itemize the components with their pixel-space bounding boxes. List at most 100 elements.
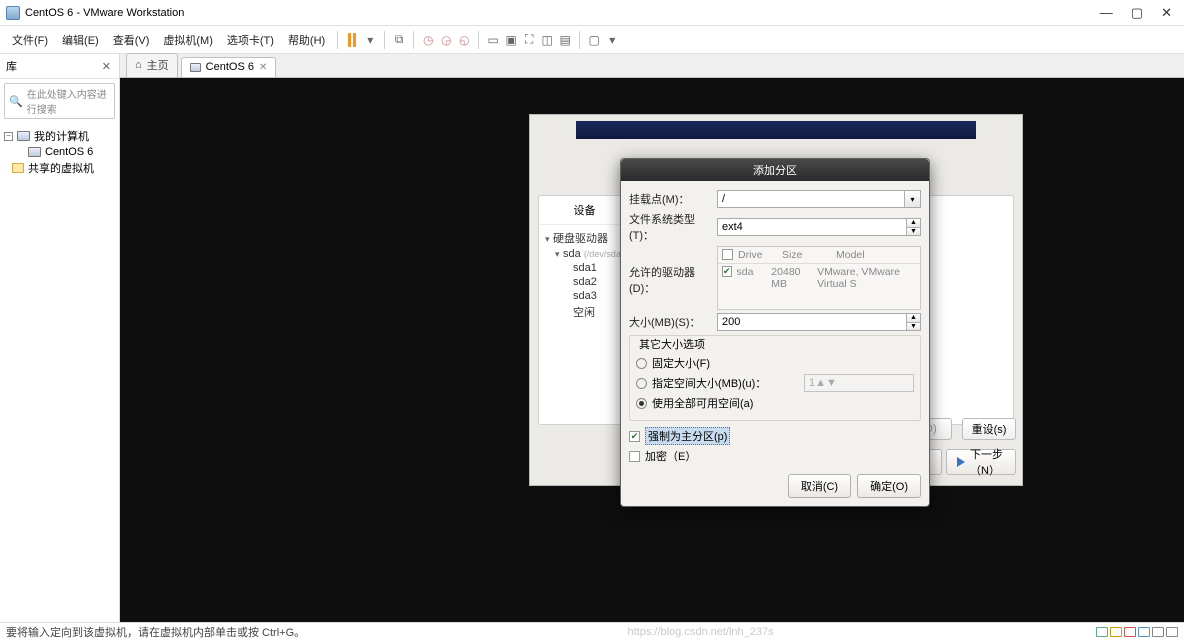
device-icon[interactable]: [1110, 627, 1122, 637]
dev-part-free[interactable]: 空闲: [545, 303, 624, 321]
dev-root[interactable]: ▾硬盘驱动器: [545, 229, 624, 247]
fs-type-select[interactable]: ext4 ▲▼: [717, 218, 921, 236]
search-placeholder: 在此处键入内容进行搜索: [27, 86, 110, 116]
encrypt-label: 加密（E）: [645, 448, 696, 464]
tree-item-shared[interactable]: 共享的虚拟机: [2, 159, 117, 177]
sidebar-close-icon[interactable]: ✕: [100, 60, 113, 73]
home-icon: ⌂: [135, 59, 142, 71]
col-model: Model: [836, 249, 865, 261]
status-bar: 要将输入定向到该虚拟机，请在虚拟机内部单击或按 Ctrl+G。 https://…: [0, 622, 1184, 640]
drive-row-sda[interactable]: ✔ sda 20480 MB VMware, VMware Virtual S: [718, 264, 920, 292]
fs-type-label: 文件系统类型(T)：: [629, 211, 717, 243]
tab-bar: ⌂ 主页 CentOS 6 ✕: [120, 54, 1184, 78]
next-label: 下一步（N）: [970, 446, 1005, 478]
tree-collapse-icon[interactable]: −: [4, 132, 13, 141]
dev-disk[interactable]: ▾sda (/dev/sda): [545, 247, 624, 261]
pause-dropdown-icon[interactable]: ▾: [362, 32, 378, 48]
library-tree: − 我的计算机 CentOS 6 共享的虚拟机: [0, 123, 119, 181]
add-partition-dialog: 添加分区 挂载点(M)： / ▾ 文件系统类型(T)： ext4 ▲▼: [620, 158, 930, 507]
device-icon[interactable]: [1166, 627, 1178, 637]
encrypt-row[interactable]: 加密（E）: [629, 448, 921, 464]
radio-upto[interactable]: [636, 378, 647, 389]
menubar: 文件(F) 编辑(E) 查看(V) 虚拟机(M) 选项卡(T) 帮助(H) ▾ …: [0, 26, 1184, 54]
col-size: Size: [782, 249, 836, 261]
extra-size-options: 其它大小选项 固定大小(F) 指定空间大小(MB)(u)： 1 ▲▼: [629, 335, 921, 421]
menu-edit[interactable]: 编辑(E): [56, 28, 105, 52]
drive-model: VMware, VMware Virtual S: [817, 266, 916, 290]
cancel-button[interactable]: 取消(C): [788, 474, 851, 498]
device-icon[interactable]: [1152, 627, 1164, 637]
reset-button[interactable]: 重设(s): [962, 418, 1016, 440]
snapshot-manage-icon[interactable]: ◵: [456, 32, 472, 48]
library-sidebar: 库 ✕ 🔍 在此处键入内容进行搜索 − 我的计算机 CentOS 6 共享的虚拟…: [0, 54, 120, 622]
opt-fixed-row[interactable]: 固定大小(F): [636, 355, 914, 371]
partition-bar: [576, 121, 976, 139]
radio-fixed[interactable]: [636, 358, 647, 369]
size-spinner[interactable]: ▲▼: [906, 314, 920, 330]
opt-upto-row[interactable]: 指定空间大小(MB)(u)： 1 ▲▼: [636, 374, 914, 392]
opt-fill-row[interactable]: 使用全部可用空间(a): [636, 395, 914, 411]
menu-tabs[interactable]: 选项卡(T): [221, 28, 280, 52]
size-input[interactable]: 200 ▲▼: [717, 313, 921, 331]
fit-guest-icon[interactable]: ▭: [485, 32, 501, 48]
radio-fill[interactable]: [636, 398, 647, 409]
chevron-down-icon[interactable]: ▾: [904, 191, 920, 207]
arrow-right-icon: [957, 457, 965, 467]
minimize-button[interactable]: —: [1100, 5, 1113, 21]
upto-input: 1 ▲▼: [804, 374, 914, 392]
tab-vm-label: CentOS 6: [206, 61, 254, 73]
tab-home[interactable]: ⌂ 主页: [126, 53, 178, 77]
next-button[interactable]: 下一步（N）: [946, 449, 1016, 475]
maximize-button[interactable]: ▢: [1131, 5, 1143, 21]
device-icon[interactable]: [1096, 627, 1108, 637]
pause-button[interactable]: [348, 33, 356, 47]
ok-button[interactable]: 确定(O): [857, 474, 921, 498]
drive-size: 20480 MB: [771, 266, 817, 290]
menu-file[interactable]: 文件(F): [6, 28, 54, 52]
drive-checkbox[interactable]: ✔: [722, 266, 732, 277]
sidebar-title: 库: [6, 58, 17, 74]
opt-fixed-label: 固定大小(F): [652, 355, 710, 371]
fullscreen-icon[interactable]: ⛶: [521, 32, 537, 48]
search-input[interactable]: 🔍 在此处键入内容进行搜索: [4, 83, 115, 119]
window-controls: — ▢ ✕: [1100, 5, 1178, 21]
menu-view[interactable]: 查看(V): [107, 28, 156, 52]
encrypt-checkbox[interactable]: [629, 451, 640, 462]
vm-console[interactable]: 设备 ▾硬盘驱动器 ▾sda (/dev/sda) sda1 sda2 sda3…: [120, 78, 1184, 622]
device-icon[interactable]: [1138, 627, 1150, 637]
allowed-drives-label: 允许的驱动器(D)：: [629, 246, 717, 296]
dev-part-sda3[interactable]: sda3: [545, 289, 624, 303]
tab-centos6[interactable]: CentOS 6 ✕: [181, 57, 277, 77]
library-dropdown-icon[interactable]: ▾: [604, 32, 620, 48]
menu-help[interactable]: 帮助(H): [282, 28, 331, 52]
menu-vm[interactable]: 虚拟机(M): [157, 28, 219, 52]
tree-item-centos6[interactable]: CentOS 6: [2, 145, 117, 159]
thumbnail-icon[interactable]: ▤: [557, 32, 573, 48]
dev-part-sda1[interactable]: sda1: [545, 261, 624, 275]
snapshot-icon[interactable]: ⧉: [391, 32, 407, 48]
search-icon: 🔍: [9, 95, 23, 108]
dialog-title: 添加分区: [621, 159, 929, 181]
allowed-drives-list[interactable]: Drive Size Model ✔ sda 20480 MB VMware, …: [717, 246, 921, 310]
unity-icon[interactable]: ◫: [539, 32, 555, 48]
dev-part-sda2[interactable]: sda2: [545, 275, 624, 289]
device-icon[interactable]: [1124, 627, 1136, 637]
force-primary-row[interactable]: ✔ 强制为主分区(p): [629, 427, 921, 445]
fs-value: ext4: [722, 221, 743, 233]
snapshot-take-icon[interactable]: ◷: [420, 32, 436, 48]
stretch-icon[interactable]: ▣: [503, 32, 519, 48]
tab-home-label: 主页: [147, 57, 169, 73]
tab-close-icon[interactable]: ✕: [259, 62, 267, 73]
mount-value: /: [722, 193, 725, 205]
close-button[interactable]: ✕: [1161, 5, 1172, 21]
extra-legend: 其它大小选项: [636, 336, 708, 352]
tree-root-row[interactable]: − 我的计算机: [2, 127, 117, 145]
select-spinner[interactable]: ▲▼: [906, 219, 920, 235]
window-titlebar: CentOS 6 - VMware Workstation — ▢ ✕: [0, 0, 1184, 26]
force-primary-checkbox[interactable]: ✔: [629, 431, 640, 442]
snapshot-revert-icon[interactable]: ◶: [438, 32, 454, 48]
vm-icon: [28, 147, 41, 157]
device-column: 设备 ▾硬盘驱动器 ▾sda (/dev/sda) sda1 sda2 sda3…: [539, 196, 631, 424]
mount-point-combo[interactable]: / ▾: [717, 190, 921, 208]
library-toggle-icon[interactable]: ▢: [586, 32, 602, 48]
